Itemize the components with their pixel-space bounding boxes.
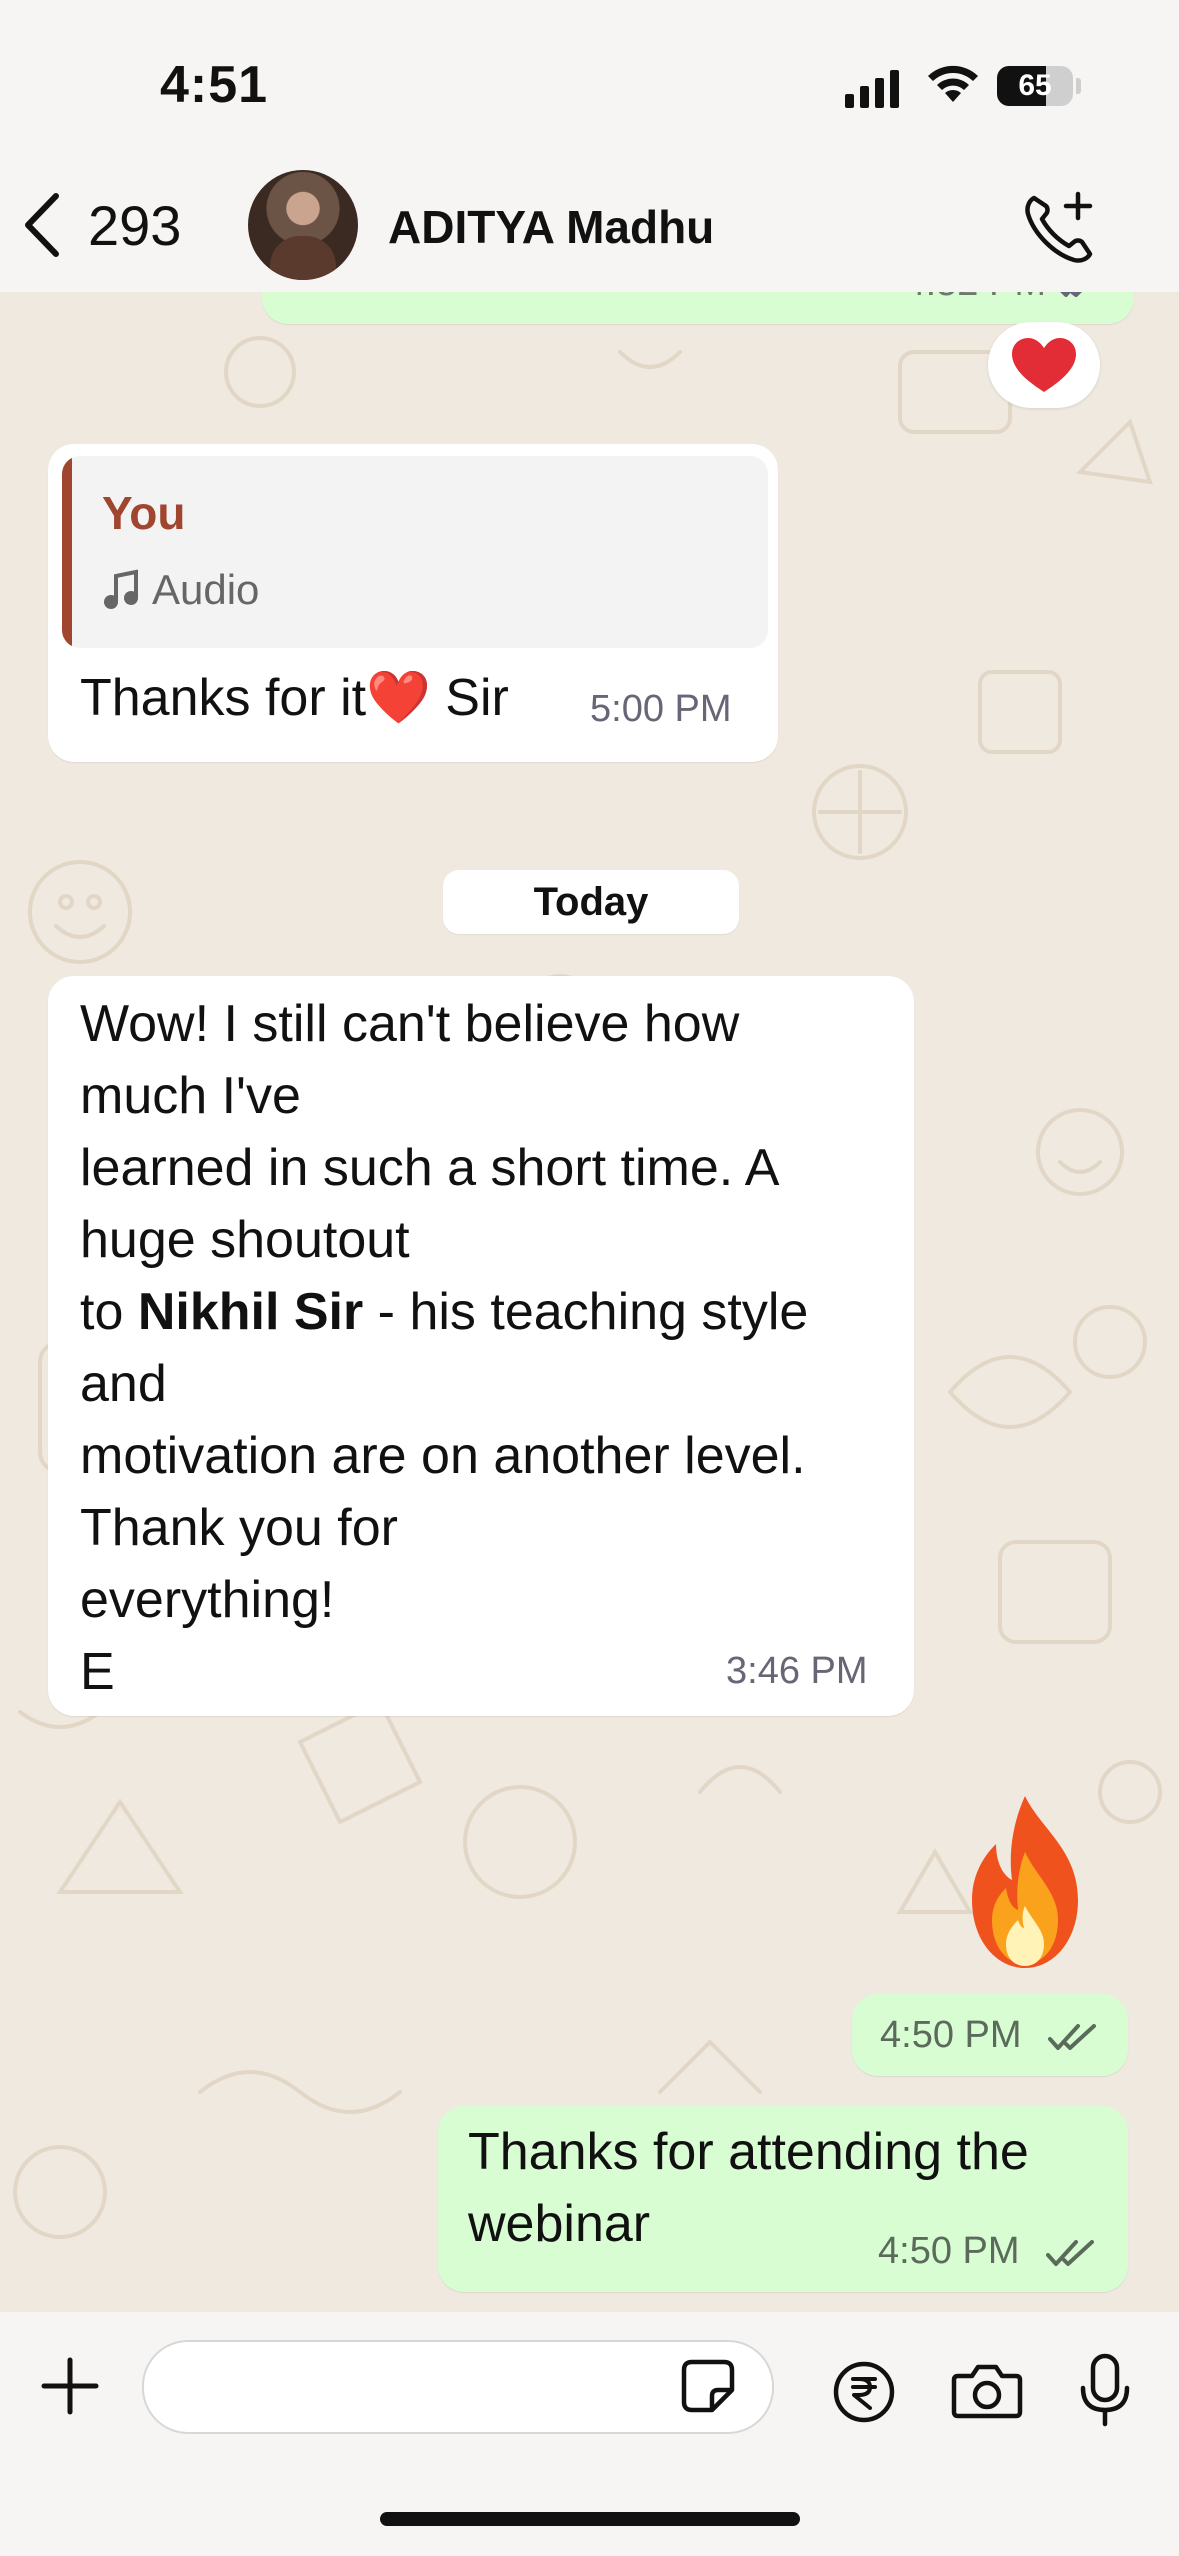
quoted-message[interactable]: You Audio xyxy=(62,456,768,648)
message-list[interactable]: 4:52 PM You Audio Thanks for it❤️ Sir 5:… xyxy=(0,292,1179,2312)
fire-icon xyxy=(972,1796,1078,1968)
plus-icon[interactable] xyxy=(40,2356,100,2416)
battery-percent: 65 xyxy=(1018,69,1052,102)
contact-name[interactable]: ADITYA Madhu xyxy=(388,200,714,254)
outgoing-message-bubble[interactable]: 4:52 PM xyxy=(262,292,1134,324)
back-button[interactable]: 293 xyxy=(20,190,181,260)
message-text-part: to xyxy=(80,1283,138,1341)
read-receipt-icon xyxy=(1048,2024,1096,2050)
read-receipt-icon xyxy=(1060,292,1083,297)
message-line: everything! xyxy=(80,1571,335,1629)
battery-indicator: 65 xyxy=(997,66,1073,106)
chat-header: 293 ADITYA Madhu xyxy=(0,160,1179,292)
message-line: to Nikhil Sir - his teaching style xyxy=(80,1276,910,1348)
whatsapp-chat-screen: 4:51 65 293 ADITYA Madhu You Audio Thank… xyxy=(0,0,1179,2556)
message-text-part: - his teaching style xyxy=(363,1283,809,1341)
heart-icon xyxy=(1012,338,1076,392)
outgoing-message-bubble[interactable]: 4:50 PM xyxy=(852,1994,1128,2076)
message-time: 3:46 PM xyxy=(726,1650,868,1692)
read-receipt-icon xyxy=(1046,2240,1094,2266)
message-line: and xyxy=(80,1355,167,1413)
status-bar: 4:51 65 xyxy=(0,0,1179,160)
incoming-reply-bubble[interactable]: You Audio Thanks for it❤️ Sir 5:00 PM xyxy=(48,444,778,762)
wifi-icon xyxy=(925,62,981,104)
message-time: 4:50 PM xyxy=(878,2230,1020,2272)
composer-bar xyxy=(0,2312,1179,2556)
music-note-icon xyxy=(104,569,138,609)
message-text-part: Thanks for it xyxy=(80,669,367,727)
sticker-icon[interactable] xyxy=(678,2356,738,2416)
microphone-icon[interactable] xyxy=(1078,2352,1132,2428)
mentioned-name: Nikhil Sir xyxy=(137,1283,364,1341)
status-time: 4:51 xyxy=(160,56,269,114)
chevron-left-icon xyxy=(20,190,64,260)
message-time: 4:50 PM xyxy=(880,2014,1022,2056)
outgoing-message-bubble[interactable]: Thanks for attending the webinar 4:50 PM xyxy=(438,2106,1128,2292)
battery-nub xyxy=(1076,78,1081,94)
quoted-kind-label: Audio xyxy=(152,566,260,613)
message-text-part: Sir xyxy=(430,669,509,727)
camera-icon[interactable] xyxy=(950,2362,1024,2420)
signal-icon xyxy=(845,70,899,108)
message-line: Wow! I still can't believe how xyxy=(80,995,740,1053)
message-text: Thanks for it❤️ Sir xyxy=(80,662,509,734)
quote-accent-bar xyxy=(62,456,72,648)
message-line: much I've xyxy=(80,1067,301,1125)
avatar[interactable] xyxy=(248,170,358,280)
message-text: Wow! I still can't believe how much I've… xyxy=(80,988,910,1708)
home-indicator xyxy=(380,2512,800,2526)
message-line: Thanks for attending the xyxy=(468,2123,1029,2181)
phone-plus-icon[interactable] xyxy=(1020,188,1100,268)
quoted-audio: Audio xyxy=(102,566,259,614)
heart-emoji: ❤️ xyxy=(366,669,431,727)
emoji-message[interactable] xyxy=(950,1788,1100,1978)
message-reaction[interactable] xyxy=(988,322,1100,408)
message-time: 5:00 PM xyxy=(590,688,732,730)
incoming-message-bubble[interactable]: Wow! I still can't believe how much I've… xyxy=(48,976,914,1716)
message-line: learned in such a short time. A xyxy=(80,1139,780,1197)
message-line: motivation are on another level. xyxy=(80,1427,806,1485)
rupee-icon[interactable] xyxy=(832,2360,896,2424)
unread-count: 293 xyxy=(88,193,182,257)
message-line: huge shoutout xyxy=(80,1211,410,1269)
quoted-sender: You xyxy=(102,487,186,539)
date-divider: Today xyxy=(443,870,739,934)
message-time: 4:52 PM xyxy=(904,292,1046,305)
message-line: Thank you for xyxy=(80,1499,398,1557)
